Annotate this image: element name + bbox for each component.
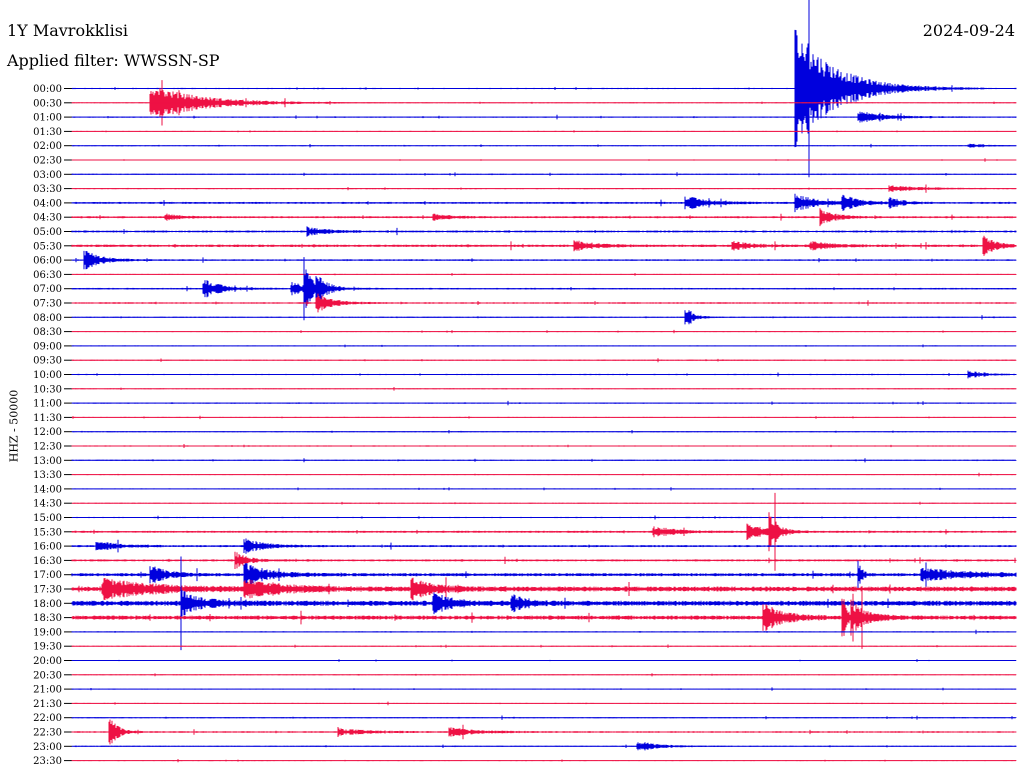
row-time-label: 20:30 bbox=[33, 670, 62, 681]
row-time-label: 12:30 bbox=[33, 442, 62, 453]
row-time-label: 21:00 bbox=[33, 685, 62, 696]
row-time-label: 22:30 bbox=[33, 728, 62, 739]
row-time-label: 07:00 bbox=[33, 284, 62, 295]
row-time-label: 12:00 bbox=[33, 427, 62, 438]
row-time-label: 11:30 bbox=[33, 413, 62, 424]
row-time-label: 00:30 bbox=[33, 98, 62, 109]
row-time-label: 08:00 bbox=[33, 313, 62, 324]
row-time-label: 19:30 bbox=[33, 642, 62, 653]
row-time-label: 17:30 bbox=[33, 585, 62, 596]
row-time-label: 23:30 bbox=[33, 756, 62, 767]
row-time-label: 10:30 bbox=[33, 384, 62, 395]
row-time-label: 13:30 bbox=[33, 470, 62, 481]
row-time-label: 04:30 bbox=[33, 213, 62, 224]
row-time-label: 00:00 bbox=[33, 84, 62, 95]
row-time-label: 09:30 bbox=[33, 356, 62, 367]
row-time-label: 14:00 bbox=[33, 484, 62, 495]
row-time-label: 01:00 bbox=[33, 113, 62, 124]
row-time-label: 20:00 bbox=[33, 656, 62, 667]
row-time-label: 06:00 bbox=[33, 256, 62, 267]
row-time-label: 18:00 bbox=[33, 599, 62, 610]
row-time-label: 10:00 bbox=[33, 370, 62, 381]
row-time-label: 15:00 bbox=[33, 513, 62, 524]
row-time-label: 21:30 bbox=[33, 699, 62, 710]
row-time-label: 07:30 bbox=[33, 299, 62, 310]
row-time-label: 15:30 bbox=[33, 527, 62, 538]
row-time-label: 22:00 bbox=[33, 713, 62, 724]
row-time-label: 23:00 bbox=[33, 742, 62, 753]
row-time-label: 19:00 bbox=[33, 627, 62, 638]
row-time-label: 02:30 bbox=[33, 156, 62, 167]
row-time-label: 05:00 bbox=[33, 227, 62, 238]
row-time-label: 03:00 bbox=[33, 170, 62, 181]
row-time-label: 08:30 bbox=[33, 327, 62, 338]
row-time-label: 05:30 bbox=[33, 241, 62, 252]
row-time-label: 06:30 bbox=[33, 270, 62, 281]
row-time-label: 01:30 bbox=[33, 127, 62, 138]
row-time-label: 16:30 bbox=[33, 556, 62, 567]
row-time-label: 14:30 bbox=[33, 499, 62, 510]
row-time-label: 18:30 bbox=[33, 613, 62, 624]
row-time-label: 11:00 bbox=[33, 399, 62, 410]
row-time-label: 13:00 bbox=[33, 456, 62, 467]
row-time-label: 09:00 bbox=[33, 341, 62, 352]
row-time-label: 02:00 bbox=[33, 141, 62, 152]
helicorder-plot: 00:00 00:30 01:00 01:30 02:00 02:30 03:00 03:30… bbox=[33, 0, 1017, 767]
row-time-label: 16:00 bbox=[33, 542, 62, 553]
row-time-label: 04:00 bbox=[33, 198, 62, 209]
row-time-label: 03:30 bbox=[33, 184, 62, 195]
row-time-label: 17:00 bbox=[33, 570, 62, 581]
